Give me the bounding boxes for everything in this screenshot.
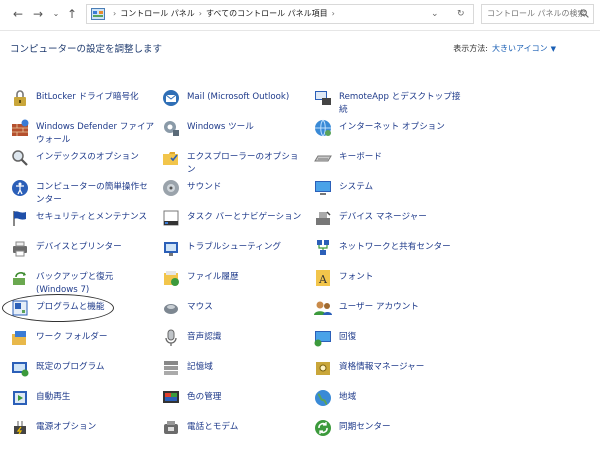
control-panel-item-label: キーボード — [339, 152, 382, 162]
default-programs-icon — [12, 362, 29, 377]
control-panel-item-label: Windows ツール — [187, 122, 254, 132]
system-icon — [315, 181, 331, 195]
autoplay-icon — [13, 391, 27, 405]
microphone-icon — [165, 329, 177, 346]
mouse-icon — [164, 304, 178, 314]
control-panel-item-label: デバイスとプリンター — [36, 242, 122, 252]
control-panel-item-label: 自動再生 — [36, 392, 71, 402]
control-panel-item-label: 音声認識 — [187, 332, 222, 342]
taskbar-icon — [163, 210, 179, 226]
svg-text:A: A — [318, 273, 328, 286]
device-manager-icon — [316, 211, 331, 225]
control-panel-item-label: 電話とモデム — [187, 422, 239, 432]
fonts-icon: A — [316, 270, 330, 286]
control-panel-item-label: 既定のプログラム — [36, 362, 105, 372]
control-panel-item-label: 地域 — [339, 392, 357, 402]
control-panel-item-label: RemoteApp とデスクトップ接続 — [339, 92, 461, 115]
control-panel-item-label: 資格情報マネージャー — [339, 362, 425, 372]
internet-options-icon — [315, 119, 331, 137]
control-panel-item-label: コンピューターの簡単操作センター — [36, 182, 148, 205]
recovery-icon — [314, 331, 331, 347]
firewall-icon — [12, 119, 29, 136]
user-accounts-icon — [314, 301, 332, 315]
control-panel-item-label: マウス — [187, 302, 213, 312]
control-panel-item-label: システム — [339, 182, 374, 192]
control-panel-item-label: ユーザー アカウント — [339, 302, 419, 312]
bitlocker-icon — [14, 90, 26, 106]
security-flag-icon — [13, 211, 26, 226]
file-history-icon — [164, 271, 179, 286]
control-panel-item-label: Mail (Microsoft Outlook) — [187, 92, 290, 102]
control-panel-item-label: Windows Defender ファイアウォール — [36, 122, 155, 145]
control-panel-item-label: 同期センター — [339, 422, 391, 432]
control-panel-item-label: インデックスのオプション — [36, 152, 139, 162]
control-panel-item-label: タスク バーとナビゲーション — [187, 212, 302, 222]
sync-icon — [315, 420, 331, 436]
work-folders-icon — [12, 331, 26, 345]
control-panel-item-label: 回復 — [339, 332, 357, 342]
control-panel-item-label: BitLocker ドライブ暗号化 — [36, 92, 139, 102]
control-panel-item-label: 電源オプション — [36, 422, 97, 432]
control-panel-item-label: 記憶域 — [187, 362, 213, 372]
storage-icon — [164, 361, 178, 375]
control-panel-item-label: サウンド — [187, 182, 222, 192]
power-icon — [14, 421, 26, 435]
control-panel-item-label: ネットワークと共有センター — [339, 242, 451, 252]
troubleshoot-icon — [164, 242, 178, 256]
folder-options-icon — [163, 152, 178, 165]
control-panel-item-label: ワーク フォルダー — [36, 332, 108, 342]
phone-modem-icon — [164, 421, 178, 434]
control-panel-item-label: インターネット オプション — [339, 122, 445, 132]
region-icon — [315, 390, 331, 406]
control-panel-item-label: エクスプローラーのオプション — [187, 152, 299, 175]
control-panel-item-label: 色の管理 — [187, 392, 222, 402]
printer-icon — [13, 241, 27, 257]
annotation-circle — [2, 294, 114, 322]
windows-tools-icon — [164, 121, 179, 136]
sound-icon — [163, 180, 179, 196]
keyboard-icon — [314, 155, 332, 162]
control-panel-item-label: フォント — [339, 272, 374, 282]
network-icon — [317, 240, 329, 255]
ease-of-access-icon — [12, 180, 28, 196]
control-panel-item-label: デバイス マネージャー — [339, 212, 427, 222]
credential-icon — [316, 362, 330, 375]
control-panel-item-label: セキュリティとメンテナンス — [36, 212, 148, 222]
color-management-icon — [163, 391, 179, 403]
indexing-icon — [12, 150, 28, 166]
backup-icon — [13, 272, 26, 285]
control-panel-item-label: ファイル履歴 — [187, 272, 239, 282]
control-panel-items: BitLocker ドライブ暗号化 Windows Defender ファイアウォ… — [0, 0, 600, 450]
mail-icon — [163, 90, 179, 106]
control-panel-item-label: トラブルシューティング — [187, 242, 282, 252]
remoteapp-icon — [315, 91, 331, 105]
